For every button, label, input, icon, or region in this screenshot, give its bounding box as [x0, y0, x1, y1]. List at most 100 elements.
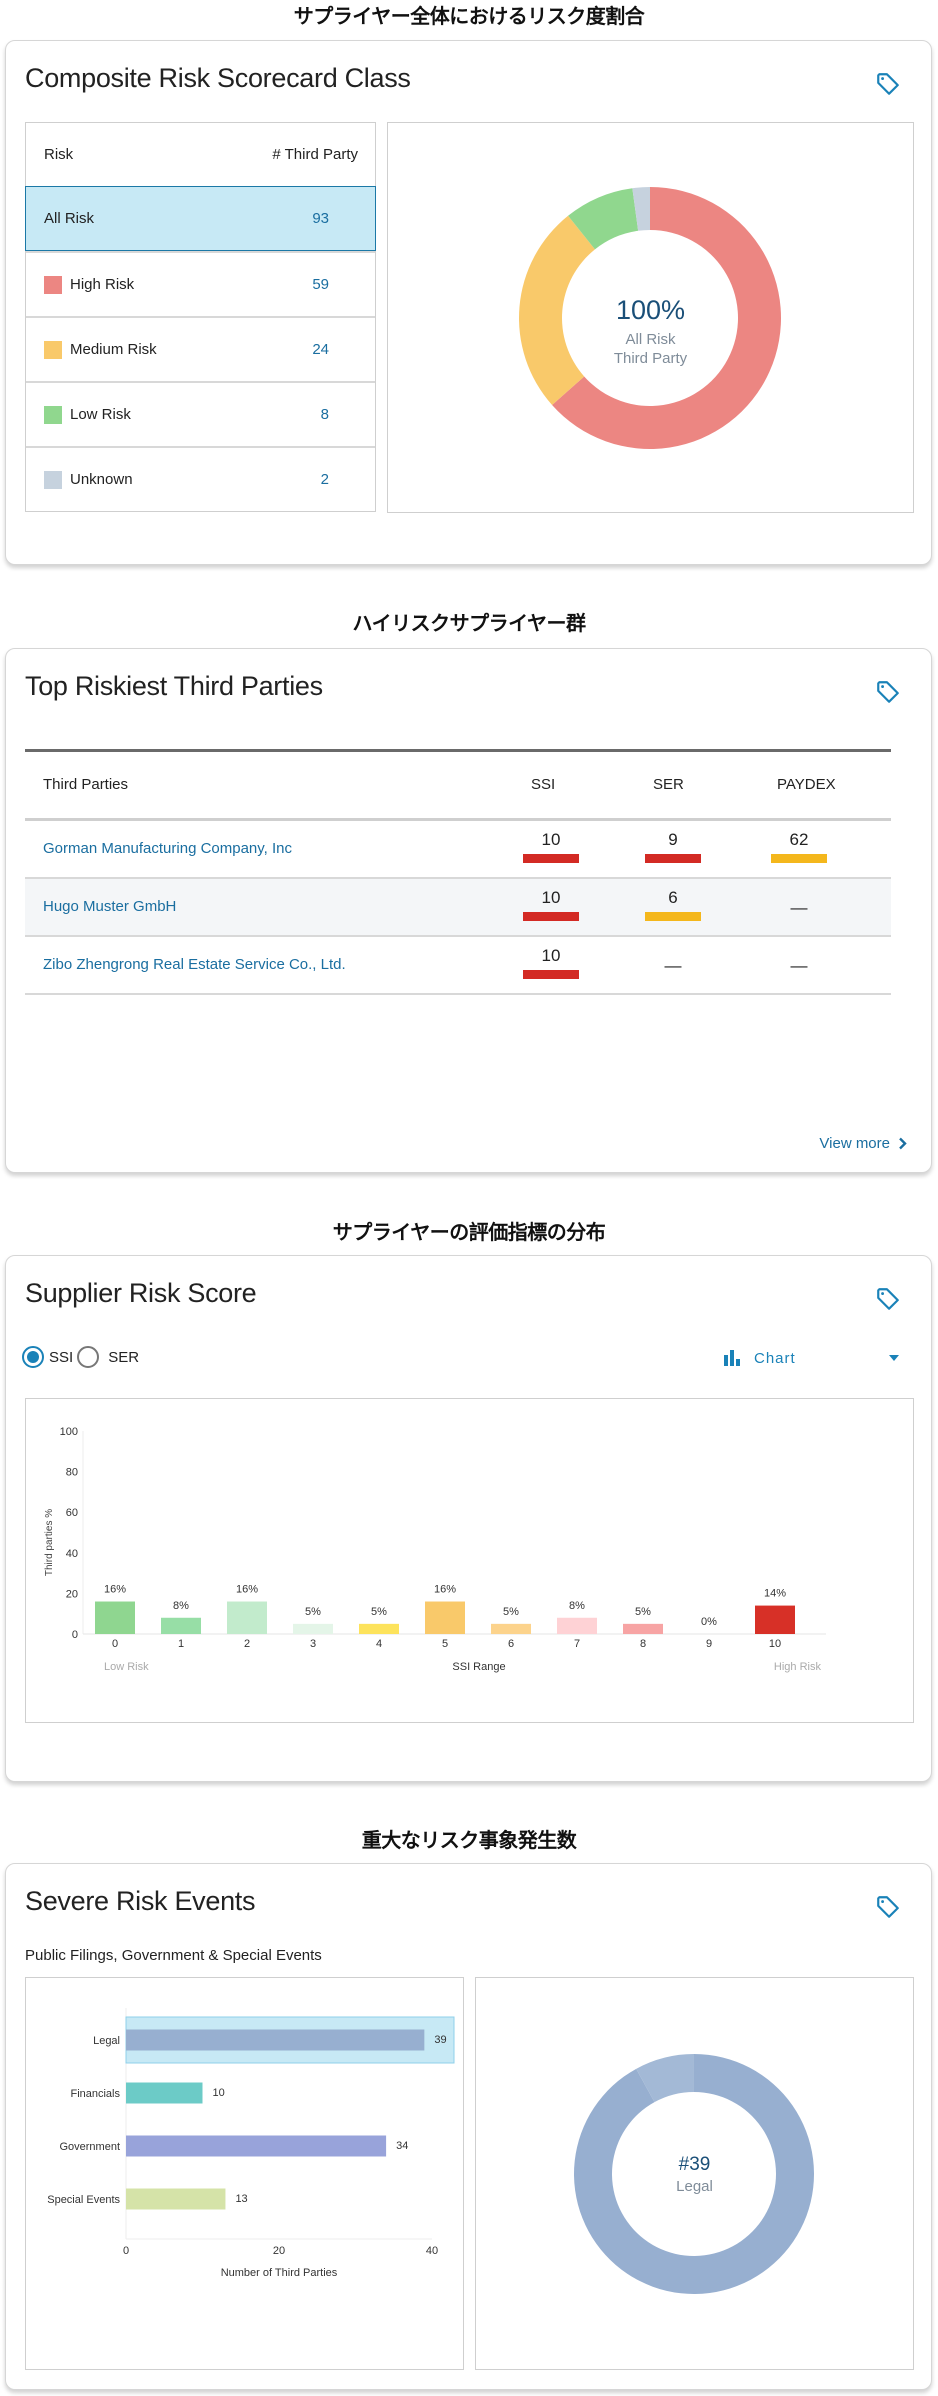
x-tick-label: 7 [574, 1638, 580, 1650]
bar-data-label: 16% [236, 1584, 258, 1596]
risk-label: All Risk [44, 210, 94, 227]
third-party-link[interactable]: Zibo Zhengrong Real Estate Service Co., … [43, 956, 346, 973]
donut2-center-label: Legal [676, 2178, 713, 2195]
paydex-value: 62 [789, 830, 809, 849]
third-parties-table: Third Parties SSI SER PAYDEX Gorman Manu… [25, 749, 891, 995]
bar-chart-svg: 0 20 40 60 80 100 Third parties % 16% 0 8% 1 16% 2 5%… [44, 1426, 826, 1673]
risk-table-header: Risk # Third Party [26, 123, 375, 186]
y-tick-label: 0 [72, 1629, 78, 1641]
score-cell-ssi: 10 [523, 888, 579, 921]
ssi-value: 10 [541, 888, 561, 907]
section-heading-severe-events: 重大なリスク事象発生数 [361, 1828, 577, 1852]
risk-label-text: Unknown [70, 471, 133, 488]
view-more-link[interactable]: View more [819, 1135, 907, 1152]
bar-data-label: 10 [213, 2087, 225, 2099]
category-label: Government [59, 2141, 120, 2153]
score-cell-ssi: 10 [523, 830, 579, 863]
bar-data-label: 8% [173, 1600, 189, 1612]
view-type-dropdown[interactable]: Chart [724, 1346, 909, 1370]
risk-label: Low Risk [44, 405, 131, 424]
donut-center-value: 100% [615, 295, 686, 325]
severe-events-bar-chart: Legal 39 Financials 10 Government 34 Special E… [25, 1977, 464, 2370]
x-tick-label: 40 [426, 2245, 438, 2257]
bar-ssi-4[interactable] [359, 1623, 399, 1634]
card-title: Supplier Risk Score [25, 1278, 257, 1308]
bar-data-label: 0% [701, 1616, 717, 1628]
risk-label-text: High Risk [70, 276, 135, 293]
bar-ssi-8[interactable] [623, 1623, 663, 1634]
category-label: Financials [70, 2088, 120, 2100]
bar-special-events[interactable] [126, 2188, 226, 2210]
bar-data-label: 5% [503, 1606, 519, 1618]
radio-ser[interactable] [77, 1346, 100, 1368]
risk-row-unknown[interactable]: Unknown 2 [26, 446, 375, 511]
third-party-link[interactable]: Hugo Muster GmbH [43, 898, 176, 915]
column-header-ssi[interactable]: SSI [531, 776, 555, 793]
x-tick-label: 2 [244, 1638, 250, 1650]
bar-ssi-1[interactable] [161, 1617, 201, 1634]
severe-events-donut-chart: #39 Legal [475, 1977, 914, 2370]
severe-risk-events-card: Severe Risk Events Public Filings, Gover… [5, 1863, 932, 2390]
x-tick-label: 1 [178, 1638, 184, 1650]
tag-icon[interactable] [875, 71, 901, 97]
category-label: Special Events [47, 2194, 120, 2206]
x-tick-label: 4 [376, 1638, 382, 1650]
bar-data-label: 39 [434, 2034, 446, 2046]
legend-swatch [44, 340, 62, 359]
composite-risk-card: Composite Risk Scorecard Class Risk # Th… [5, 40, 932, 565]
table-row: Gorman Manufacturing Company, Inc 10 9 62 [25, 821, 891, 879]
y-tick-label: 80 [66, 1467, 78, 1479]
y-tick-label: 60 [66, 1507, 78, 1519]
risk-table: Risk # Third Party All Risk 93 High Risk 59… [25, 122, 376, 512]
x-axis-label: Number of Third Parties [221, 2267, 338, 2279]
legend-swatch [44, 275, 62, 294]
risk-row-medium-risk[interactable]: Medium Risk 24 [26, 316, 375, 381]
bar-ssi-6[interactable] [491, 1623, 531, 1634]
y-axis-label: Third parties % [44, 1509, 55, 1576]
tag-icon[interactable] [875, 1286, 901, 1312]
bar-ssi-0[interactable] [95, 1601, 135, 1634]
table-row: Zibo Zhengrong Real Estate Service Co., … [25, 937, 891, 995]
tag-icon[interactable] [875, 679, 901, 705]
bar-ssi-3[interactable] [293, 1623, 333, 1634]
bar-financials[interactable] [126, 2082, 203, 2104]
x-low-risk-note: Low Risk [104, 1661, 149, 1673]
column-header-ser[interactable]: SER [653, 776, 684, 793]
section-heading-distribution: サプライヤーの評価指標の分布 [332, 1220, 606, 1244]
ser-score-bar [645, 854, 701, 863]
bar-data-label: 8% [569, 1600, 585, 1612]
bar-legal[interactable] [126, 2029, 425, 2051]
bar-data-label: 14% [764, 1588, 786, 1600]
third-party-link[interactable]: Gorman Manufacturing Company, Inc [43, 840, 292, 857]
legend-swatch [44, 470, 62, 489]
header-count: # Third Party [272, 146, 358, 163]
section-heading-risk-ratio: サプライヤー全体におけるリスク度割合 [293, 4, 645, 28]
score-cell-ssi: 10 [523, 946, 579, 979]
x-tick-label: 3 [310, 1638, 316, 1650]
bar-data-label: 5% [305, 1606, 321, 1618]
bar-ssi-10[interactable] [755, 1605, 795, 1634]
risk-count: 93 [312, 210, 329, 227]
bar-government[interactable] [126, 2135, 387, 2157]
column-header-paydex[interactable]: PAYDEX [777, 776, 836, 793]
donut2-center-value: #39 [678, 2154, 711, 2175]
score-cell-paydex: — [771, 888, 827, 928]
bar-ssi-5[interactable] [425, 1601, 465, 1634]
x-tick-label: 5 [442, 1638, 448, 1650]
x-tick-label: 0 [112, 1638, 118, 1650]
score-cell-paydex: 62 [771, 830, 827, 863]
tag-icon[interactable] [875, 1894, 901, 1920]
risk-count: 24 [312, 341, 329, 358]
radio-ssi[interactable] [22, 1346, 44, 1368]
bar-data-label: 16% [434, 1584, 456, 1596]
bar-ssi-7[interactable] [557, 1617, 597, 1634]
radio-ssi-label: SSI [49, 1348, 74, 1366]
risk-row-high-risk[interactable]: High Risk 59 [26, 251, 375, 316]
risk-row-low-risk[interactable]: Low Risk 8 [26, 381, 375, 446]
risk-row-all-risk[interactable]: All Risk 93 [25, 186, 376, 251]
ser-score-bar [645, 912, 701, 921]
column-header-third-parties[interactable]: Third Parties [43, 776, 128, 793]
bar-ssi-2[interactable] [227, 1601, 267, 1634]
ssi-score-bar [523, 912, 579, 921]
score-cell-ser: — [645, 946, 701, 986]
